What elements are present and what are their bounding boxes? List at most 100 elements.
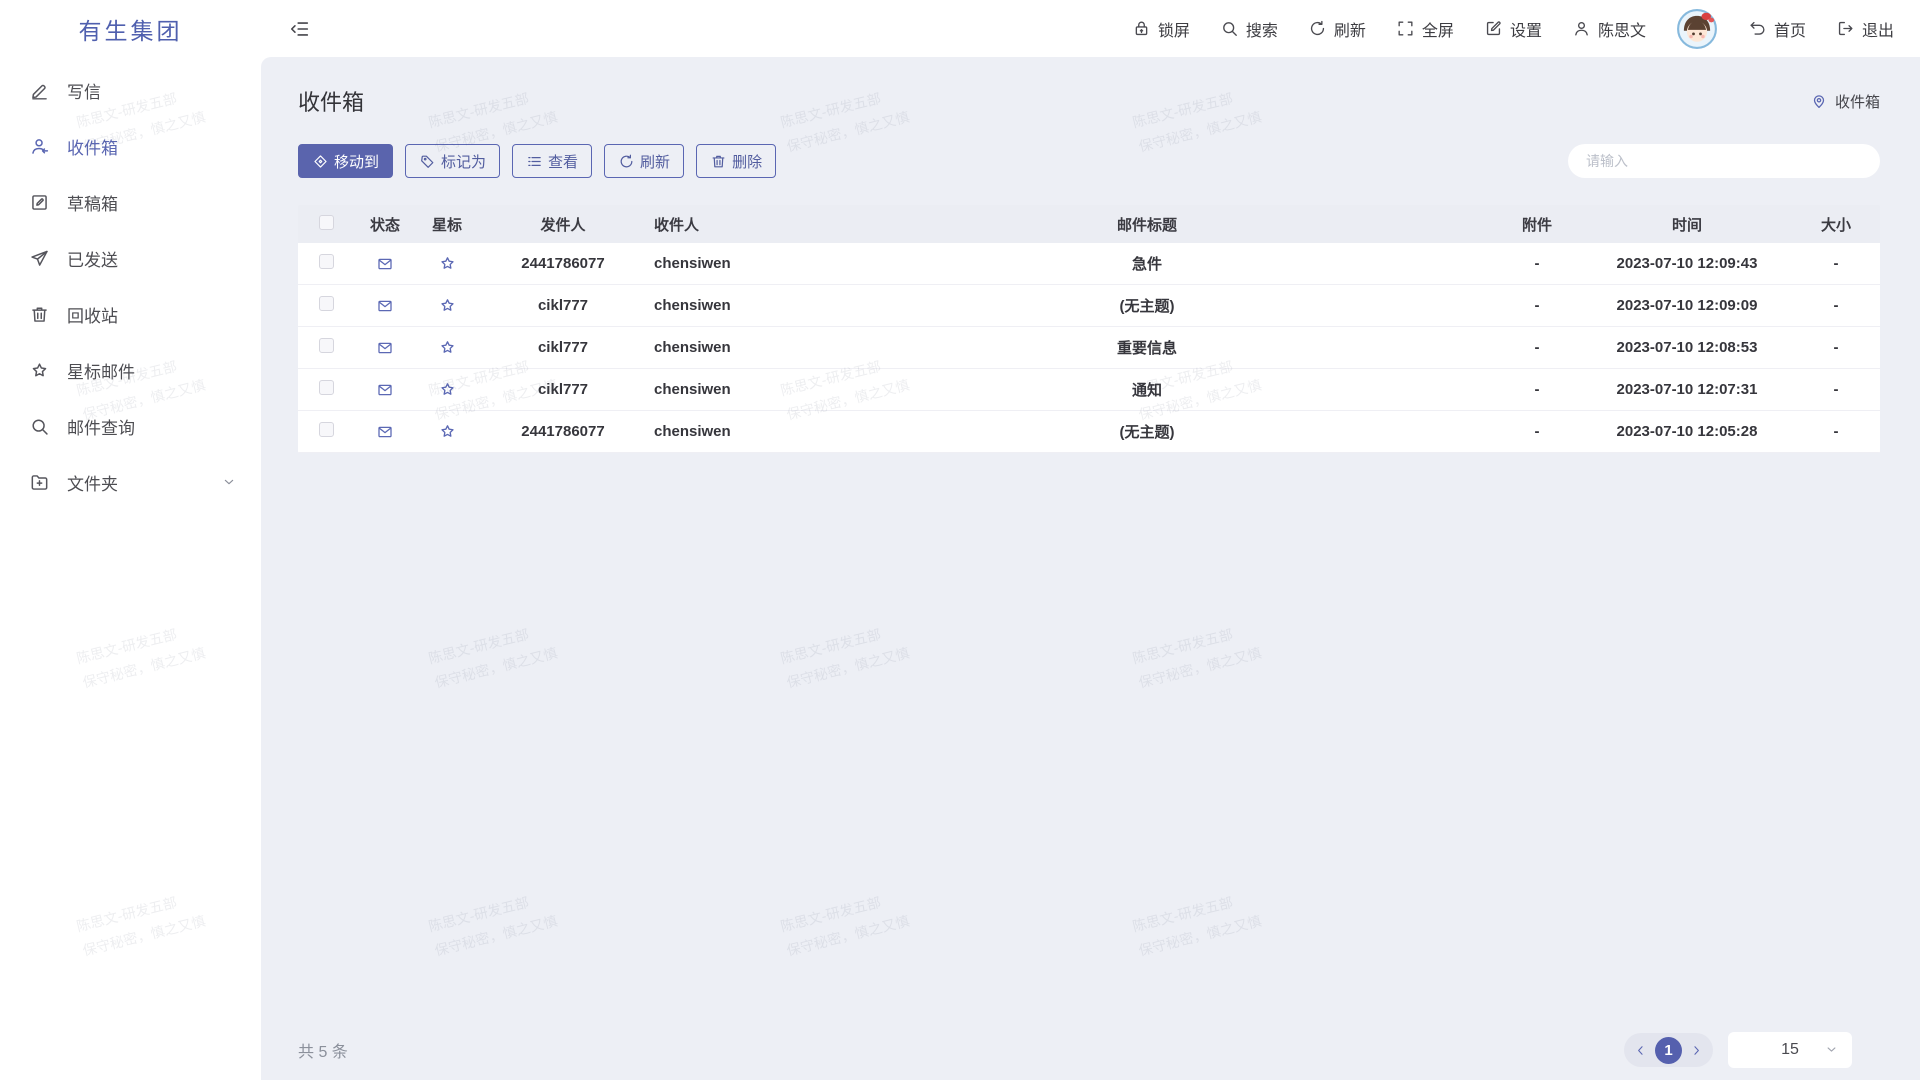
main-content: 收件箱 收件箱 移动到标记为查看刷新删除 状态星标发件人收件人邮件标题附件时间大… [261, 57, 1920, 1080]
table-row[interactable]: cikl777chensiwen(无主题)-2023-07-10 12:09:0… [298, 285, 1880, 327]
row-checkbox-cell [298, 422, 354, 441]
table-row[interactable]: cikl777chensiwen重要信息-2023-07-10 12:08:53… [298, 327, 1880, 369]
refresh-button[interactable]: 刷新 [604, 144, 684, 178]
next-page-icon[interactable] [1689, 1043, 1704, 1058]
star-icon[interactable] [438, 380, 457, 399]
unread-envelope-icon [376, 381, 394, 399]
sidebar-item-starred[interactable]: 星标邮件 [0, 347, 261, 393]
filter-input[interactable] [1568, 144, 1880, 178]
time-cell: 2023-07-10 12:08:53 [1582, 339, 1792, 356]
trash-icon [29, 304, 50, 325]
edit-square-icon [1484, 19, 1503, 38]
pagination: 1 [1624, 1033, 1713, 1067]
search-icon [29, 416, 50, 437]
mark-as-button[interactable]: 标记为 [405, 144, 500, 178]
subject-cell: 急件 [802, 253, 1492, 274]
location-icon [1810, 92, 1828, 110]
prev-page-icon[interactable] [1633, 1043, 1648, 1058]
star-icon[interactable] [438, 254, 457, 273]
topbar-action-settings[interactable]: 设置 [1484, 17, 1542, 41]
topbar-action-home[interactable]: 首页 [1748, 17, 1806, 41]
column-header: 收件人 [648, 214, 802, 235]
sidebar-item-label: 文件夹 [67, 470, 118, 495]
search-icon [1220, 19, 1239, 38]
topbar-action-label: 陈思文 [1598, 17, 1646, 41]
table-row[interactable]: cikl777chensiwen通知-2023-07-10 12:07:31- [298, 369, 1880, 411]
page-size-value: 15 [1781, 1041, 1799, 1059]
sender-cell: cikl777 [478, 297, 648, 314]
sidebar-item-folders[interactable]: 文件夹 [0, 459, 261, 505]
button-label: 移动到 [334, 151, 379, 172]
size-cell: - [1792, 423, 1880, 440]
topbar-action-search[interactable]: 搜索 [1220, 17, 1278, 41]
topbar-action-fullscreen[interactable]: 全屏 [1396, 17, 1454, 41]
time-cell: 2023-07-10 12:09:43 [1582, 255, 1792, 272]
button-label: 删除 [732, 151, 762, 172]
subject-cell: (无主题) [802, 421, 1492, 442]
sidebar-item-drafts[interactable]: 草稿箱 [0, 179, 261, 225]
recipient-cell: chensiwen [648, 339, 802, 356]
delete-button[interactable]: 删除 [696, 144, 776, 178]
sidebar-item-compose[interactable]: 写信 [0, 67, 261, 113]
size-cell: - [1792, 255, 1880, 272]
pencil-icon [29, 80, 50, 101]
topbar-action-current-user[interactable]: 陈思文 [1572, 17, 1646, 41]
trash-icon [710, 153, 727, 170]
column-header: 发件人 [478, 214, 648, 235]
status-cell [354, 380, 416, 398]
star-cell [416, 338, 478, 357]
row-checkbox[interactable] [319, 254, 334, 269]
column-header: 邮件标题 [802, 214, 1492, 235]
topbar: 锁屏 搜索 刷新 全屏 设置 陈思文 首页 退出 [261, 0, 1920, 57]
page-size-select[interactable]: 15 [1728, 1032, 1852, 1068]
star-icon[interactable] [438, 296, 457, 315]
topbar-action-refresh[interactable]: 刷新 [1308, 17, 1366, 41]
sidebar-item-mail-search[interactable]: 邮件查询 [0, 403, 261, 449]
user-avatar[interactable] [1676, 8, 1718, 50]
row-checkbox[interactable] [319, 338, 334, 353]
column-header: 星标 [416, 214, 478, 235]
sidebar-item-inbox[interactable]: 收件箱 [0, 123, 261, 169]
recipient-cell: chensiwen [648, 255, 802, 272]
row-checkbox[interactable] [319, 422, 334, 437]
sidebar-item-sent[interactable]: 已发送 [0, 235, 261, 281]
subject-cell: (无主题) [802, 295, 1492, 316]
user-icon [1572, 19, 1591, 38]
collapse-sidebar-icon[interactable] [289, 18, 311, 40]
topbar-actions: 锁屏 搜索 刷新 全屏 设置 陈思文 首页 退出 [1132, 8, 1894, 50]
view-button[interactable]: 查看 [512, 144, 592, 178]
status-cell [354, 254, 416, 272]
select-all-checkbox[interactable] [319, 215, 334, 230]
topbar-action-logout[interactable]: 退出 [1836, 17, 1894, 41]
logout-icon [1836, 19, 1855, 38]
row-checkbox[interactable] [319, 296, 334, 311]
refresh-icon [618, 153, 635, 170]
page-number-current[interactable]: 1 [1655, 1037, 1682, 1064]
sidebar-item-recycle[interactable]: 回收站 [0, 291, 261, 337]
inbox-user-icon [29, 136, 50, 157]
table-header-row: 状态星标发件人收件人邮件标题附件时间大小 [298, 205, 1880, 243]
star-cell [416, 254, 478, 273]
attachment-cell: - [1492, 423, 1582, 440]
attachment-cell: - [1492, 255, 1582, 272]
button-label: 刷新 [640, 151, 670, 172]
status-cell [354, 296, 416, 314]
star-cell [416, 380, 478, 399]
subject-cell: 重要信息 [802, 337, 1492, 358]
table-row[interactable]: 2441786077chensiwen急件-2023-07-10 12:09:4… [298, 243, 1880, 285]
star-icon[interactable] [438, 338, 457, 357]
move-to-button[interactable]: 移动到 [298, 144, 393, 178]
sender-cell: cikl777 [478, 339, 648, 356]
chevron-down-icon[interactable] [221, 474, 237, 490]
topbar-action-lock-screen[interactable]: 锁屏 [1132, 17, 1190, 41]
button-label: 标记为 [441, 151, 486, 172]
star-icon[interactable] [438, 422, 457, 441]
column-header: 时间 [1582, 214, 1792, 235]
brand-logo: 有生集团 [0, 0, 261, 57]
time-cell: 2023-07-10 12:05:28 [1582, 423, 1792, 440]
time-cell: 2023-07-10 12:09:09 [1582, 297, 1792, 314]
home-icon [1748, 19, 1767, 38]
table-row[interactable]: 2441786077chensiwen(无主题)-2023-07-10 12:0… [298, 411, 1880, 453]
sidebar-item-label: 写信 [67, 78, 101, 103]
row-checkbox[interactable] [319, 380, 334, 395]
